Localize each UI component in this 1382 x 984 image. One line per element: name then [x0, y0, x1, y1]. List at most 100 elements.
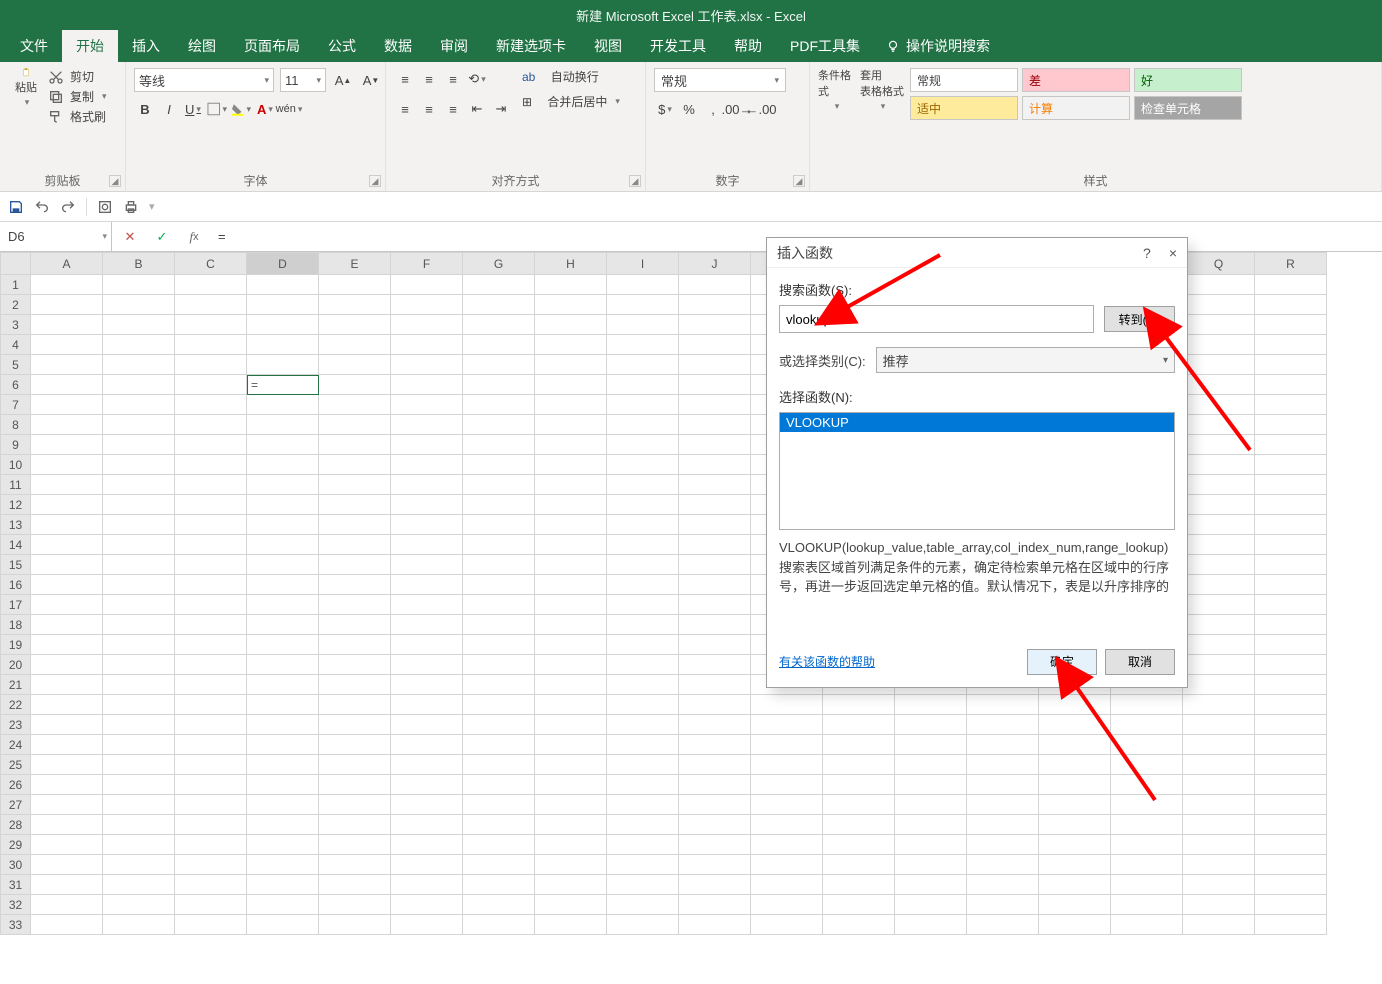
column-header[interactable]: H [535, 253, 607, 275]
cell[interactable] [1255, 855, 1327, 875]
cell[interactable] [1183, 435, 1255, 455]
cell[interactable] [103, 295, 175, 315]
cell[interactable] [319, 715, 391, 735]
cell[interactable] [535, 795, 607, 815]
fill-color-button[interactable]: ▾ [230, 98, 252, 120]
cell[interactable] [103, 335, 175, 355]
cell[interactable] [607, 675, 679, 695]
cell[interactable] [1111, 715, 1183, 735]
cell[interactable] [175, 695, 247, 715]
cell[interactable] [247, 875, 319, 895]
cell[interactable] [607, 835, 679, 855]
cell[interactable] [31, 335, 103, 355]
font-size-combo[interactable]: 11 ▾ [280, 68, 326, 92]
cell[interactable] [679, 695, 751, 715]
tab-file[interactable]: 文件 [6, 30, 62, 62]
cell[interactable] [1255, 495, 1327, 515]
print-preview-icon[interactable] [97, 199, 113, 215]
cell[interactable] [463, 295, 535, 315]
decrease-decimal-button[interactable]: ←.00 [750, 98, 772, 120]
cell[interactable] [751, 815, 823, 835]
cell[interactable] [319, 875, 391, 895]
cell[interactable] [175, 415, 247, 435]
cell[interactable] [319, 575, 391, 595]
cell[interactable] [463, 675, 535, 695]
merge-center-button[interactable]: ⊞ 合并后居中▾ [522, 93, 620, 110]
cell[interactable] [679, 555, 751, 575]
cell[interactable] [103, 815, 175, 835]
row-header[interactable]: 19 [1, 635, 31, 655]
cell[interactable] [247, 315, 319, 335]
cell[interactable] [1111, 875, 1183, 895]
cell[interactable] [1183, 715, 1255, 735]
cell[interactable] [103, 755, 175, 775]
style-normal[interactable]: 常规 [910, 68, 1018, 92]
cell[interactable] [1255, 735, 1327, 755]
function-list-item[interactable]: VLOOKUP [780, 413, 1174, 432]
cell[interactable] [1255, 695, 1327, 715]
cell[interactable] [1039, 695, 1111, 715]
cell[interactable] [679, 535, 751, 555]
cell[interactable] [103, 635, 175, 655]
cell[interactable] [247, 475, 319, 495]
cell[interactable] [895, 715, 967, 735]
cell[interactable] [679, 275, 751, 295]
dialog-close-icon[interactable]: × [1169, 245, 1177, 261]
cell[interactable] [247, 755, 319, 775]
row-header[interactable]: 9 [1, 435, 31, 455]
cell[interactable] [463, 915, 535, 935]
cell[interactable] [607, 855, 679, 875]
style-bad[interactable]: 差 [1022, 68, 1130, 92]
cell[interactable] [679, 835, 751, 855]
cell[interactable] [31, 635, 103, 655]
cell[interactable] [391, 435, 463, 455]
cell[interactable] [1255, 815, 1327, 835]
cell[interactable] [463, 395, 535, 415]
cell[interactable] [247, 795, 319, 815]
cell[interactable] [463, 415, 535, 435]
cell[interactable] [319, 835, 391, 855]
row-header[interactable]: 12 [1, 495, 31, 515]
cell[interactable] [679, 715, 751, 735]
cell[interactable] [31, 535, 103, 555]
row-header[interactable]: 8 [1, 415, 31, 435]
font-name-combo[interactable]: 等线 ▾ [134, 68, 274, 92]
cell[interactable] [679, 735, 751, 755]
cell[interactable] [1111, 695, 1183, 715]
cell[interactable] [31, 915, 103, 935]
cell[interactable] [1111, 795, 1183, 815]
cell[interactable] [31, 715, 103, 735]
cell[interactable] [175, 615, 247, 635]
tab-data[interactable]: 数据 [370, 30, 426, 62]
cell[interactable] [247, 455, 319, 475]
cell[interactable] [679, 435, 751, 455]
cell[interactable] [103, 655, 175, 675]
cell[interactable] [31, 615, 103, 635]
cell[interactable] [319, 855, 391, 875]
cell[interactable] [247, 775, 319, 795]
cell[interactable] [823, 915, 895, 935]
cell[interactable] [607, 915, 679, 935]
cell[interactable] [823, 815, 895, 835]
cell[interactable] [679, 875, 751, 895]
cell[interactable] [391, 395, 463, 415]
cell[interactable] [679, 295, 751, 315]
cell[interactable] [607, 295, 679, 315]
cell[interactable] [247, 395, 319, 415]
cell[interactable] [679, 375, 751, 395]
cell[interactable] [103, 735, 175, 755]
cell[interactable] [31, 755, 103, 775]
cell[interactable] [391, 475, 463, 495]
cell[interactable] [1255, 835, 1327, 855]
tab-formulas[interactable]: 公式 [314, 30, 370, 62]
cell[interactable] [535, 335, 607, 355]
underline-button[interactable]: U▾ [182, 98, 204, 120]
cell[interactable] [391, 415, 463, 435]
cell[interactable] [1183, 555, 1255, 575]
cell[interactable] [1183, 295, 1255, 315]
cell[interactable] [319, 895, 391, 915]
cell[interactable] [247, 595, 319, 615]
cell[interactable] [607, 395, 679, 415]
cell[interactable] [1183, 895, 1255, 915]
column-header[interactable]: A [31, 253, 103, 275]
